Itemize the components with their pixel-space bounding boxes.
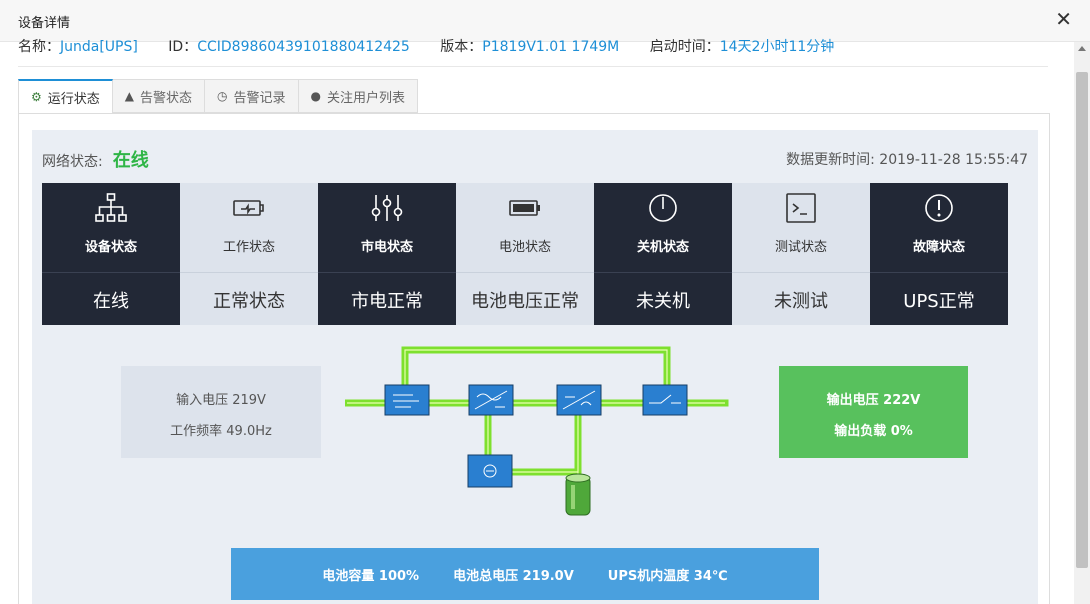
network-status: 网络状态: 在线 (42, 150, 149, 171)
battery-icon (456, 193, 594, 230)
battery-capacity: 电池容量 100% (322, 568, 420, 584)
status-value: 正常状态 (213, 291, 285, 312)
bypass-switch-icon (642, 384, 688, 416)
status-value: 市电正常 (351, 291, 423, 312)
status-cell-mains: 市电状态 市电正常 (318, 183, 456, 325)
input-frequency: 工作频率 49.0Hz (170, 424, 272, 439)
info-uptime: 启动时间：14天2小时11分钟 (649, 39, 835, 54)
gears-icon: ⚙ (31, 90, 42, 104)
input-info-box: 输入电压 219V 工作频率 49.0Hz (121, 366, 321, 458)
status-value: UPS正常 (903, 291, 975, 312)
input-voltage: 输入电压 219V (176, 393, 266, 408)
tab-bar: ⚙ 运行状态 ▲ 告警状态 ◷ 告警记录 ● 关注用户列表 (18, 79, 419, 114)
sliders-icon (318, 193, 456, 230)
status-grid: 设备状态 在线 工作状态 正常状态 市电状态 市电正常 电池状态 电池电压正常 … (42, 183, 1008, 325)
power-icon (594, 193, 732, 230)
sitemap-icon (42, 193, 180, 230)
info-name: 名称：Junda[UPS] (18, 39, 138, 54)
output-load: 输出负载 0% (834, 424, 913, 439)
wechat-icon: ● (310, 89, 322, 103)
window-title: 设备详情 (18, 16, 71, 31)
tab-followers[interactable]: ● 关注用户列表 (298, 79, 419, 113)
ups-temperature: UPS机内温度 34℃ (607, 568, 728, 584)
rectifier-icon (384, 384, 430, 416)
scrollbar-thumb[interactable] (1076, 72, 1088, 568)
status-cell-battery: 电池状态 电池电压正常 (456, 183, 594, 325)
update-time: 数据更新时间: 2019-11-28 15:55:47 (786, 152, 1028, 168)
close-icon[interactable]: ✕ (1055, 9, 1072, 29)
warning-icon: ▲ (124, 89, 135, 103)
info-id: ID：CCID89860439101880412425 (168, 39, 410, 54)
output-voltage: 输出电压 222V (826, 393, 921, 408)
vertical-scrollbar[interactable] (1074, 42, 1090, 604)
tab-alarm-status[interactable]: ▲ 告警状态 (112, 79, 206, 113)
converter-icon (556, 384, 602, 416)
status-value: 未关机 (636, 291, 690, 312)
inverter-icon (468, 384, 514, 416)
status-cell-test: 测试状态 未测试 (732, 183, 870, 325)
ups-flow-diagram (345, 346, 729, 516)
status-value: 在线 (93, 291, 129, 312)
terminal-icon (732, 193, 870, 230)
device-info-bar: 名称：Junda[UPS] ID：CCID8986043910188041242… (18, 36, 1048, 54)
tab-running-status[interactable]: ⚙ 运行状态 (18, 79, 113, 114)
battery-info-bar: 电池容量 100% 电池总电压 219.0V UPS机内温度 34℃ (231, 548, 819, 600)
charger-icon (467, 454, 513, 488)
alert-circle-icon (870, 193, 1008, 230)
status-value: 电池电压正常 (471, 291, 579, 312)
status-cell-shutdown: 关机状态 未关机 (594, 183, 732, 325)
scroll-up-icon[interactable] (1078, 46, 1086, 51)
network-status-value: 在线 (112, 150, 149, 171)
status-cell-device: 设备状态 在线 (42, 183, 180, 325)
divider (18, 66, 1048, 67)
battery-charge-icon (180, 193, 318, 230)
battery-total-voltage: 电池总电压 219.0V (453, 568, 574, 584)
status-cell-fault: 故障状态 UPS正常 (870, 183, 1008, 325)
status-value: 未测试 (774, 291, 828, 312)
battery-cylinder-icon (565, 473, 591, 516)
output-info-box: 输出电压 222V 输出负载 0% (779, 366, 968, 458)
clock-icon: ◷ (217, 89, 228, 103)
info-version: 版本：P1819V1.01 1749M (440, 39, 620, 54)
tab-alarm-records[interactable]: ◷ 告警记录 (205, 79, 299, 113)
status-cell-work: 工作状态 正常状态 (180, 183, 318, 325)
